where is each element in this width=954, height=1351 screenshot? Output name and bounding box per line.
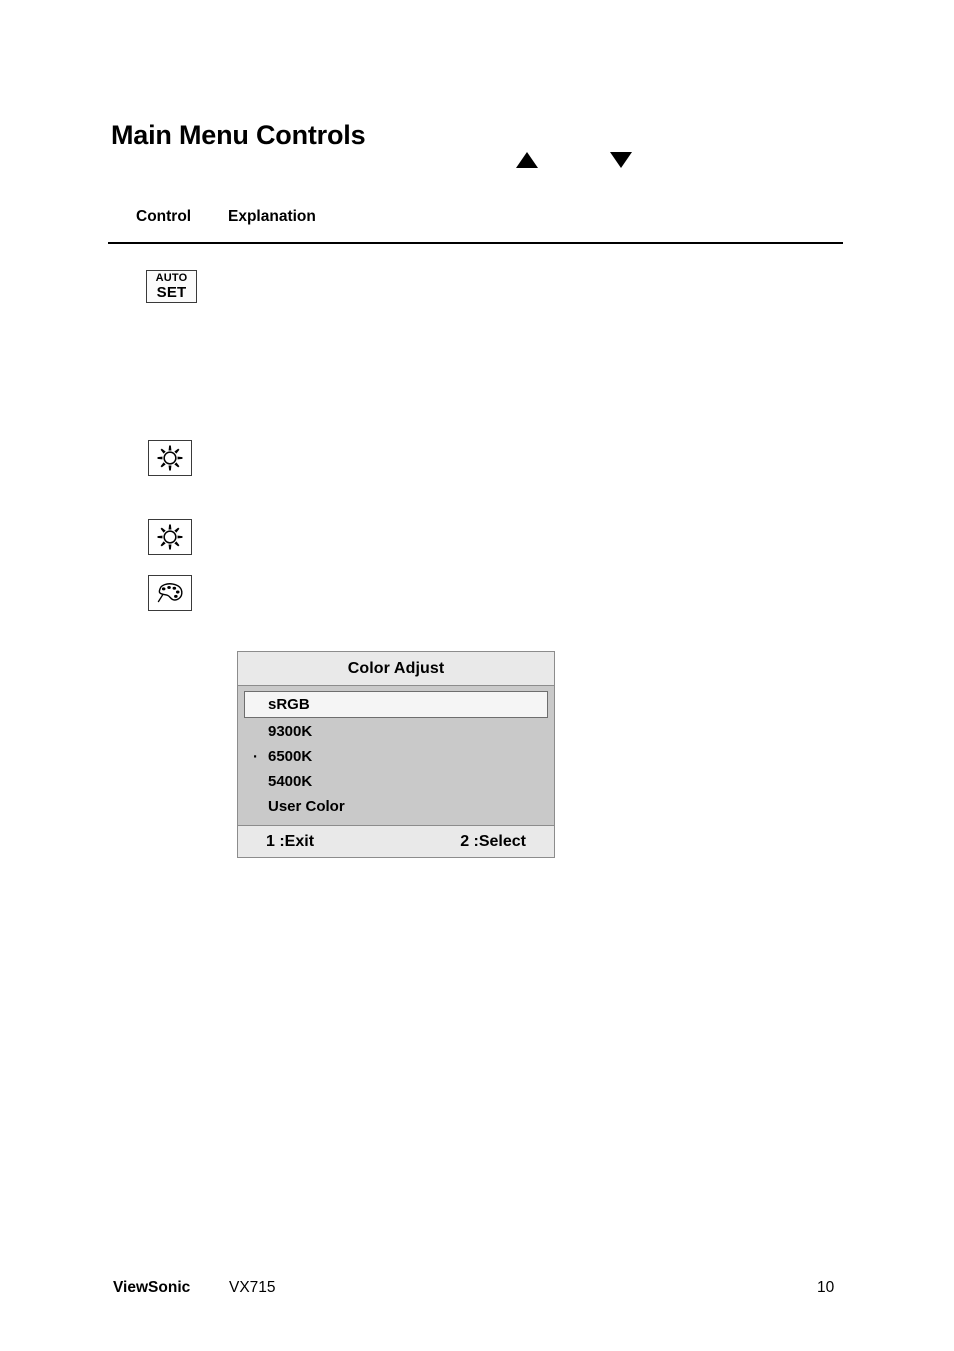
osd-option-5400k[interactable]: 5400K	[244, 769, 548, 794]
osd-option-9300k[interactable]: 9300K	[244, 719, 548, 744]
osd-option-srgb[interactable]: sRGB	[244, 691, 548, 718]
osd-panel-footer: 1 :Exit 2 :Select	[238, 825, 554, 857]
osd-option-label: 9300K	[268, 723, 313, 740]
footer-brand: ViewSonic	[113, 1279, 191, 1296]
color-adjust-palette-icon	[148, 575, 192, 611]
footer-page-number: 10	[817, 1279, 835, 1296]
osd-option-marker: ·	[253, 748, 258, 765]
contrast-sun-icon	[148, 519, 192, 555]
osd-option-label: 6500K	[268, 748, 313, 765]
osd-option-6500k[interactable]: · 6500K	[244, 744, 548, 769]
brightness-sun-icon	[148, 440, 192, 476]
footer-model: VX715	[229, 1279, 276, 1296]
document-page: Main Menu Controls Control Explanation A…	[0, 0, 954, 1351]
osd-option-label: User Color	[268, 798, 345, 815]
column-header-explanation: Explanation	[228, 208, 316, 225]
osd-color-adjust-panel: Color Adjust sRGB 9300K · 6500K 5400K Us…	[237, 651, 555, 858]
osd-option-label: 5400K	[268, 773, 313, 790]
header-divider-rule	[108, 242, 843, 244]
osd-option-user-color[interactable]: User Color	[244, 794, 548, 819]
triangle-down-icon	[610, 152, 632, 168]
auto-set-button-icon: AUTO SET	[146, 270, 197, 303]
triangle-up-icon	[516, 152, 538, 168]
osd-exit-hint[interactable]: 1 :Exit	[266, 833, 314, 851]
page-title: Main Menu Controls	[111, 120, 366, 151]
auto-set-icon-label-auto: AUTO	[155, 272, 188, 284]
osd-panel-title: Color Adjust	[238, 652, 554, 686]
column-header-control: Control	[136, 208, 192, 225]
auto-set-icon-label-set: SET	[156, 284, 187, 301]
osd-option-label: sRGB	[268, 696, 310, 713]
osd-option-list: sRGB 9300K · 6500K 5400K User Color	[238, 686, 554, 825]
osd-select-hint[interactable]: 2 :Select	[460, 833, 526, 851]
